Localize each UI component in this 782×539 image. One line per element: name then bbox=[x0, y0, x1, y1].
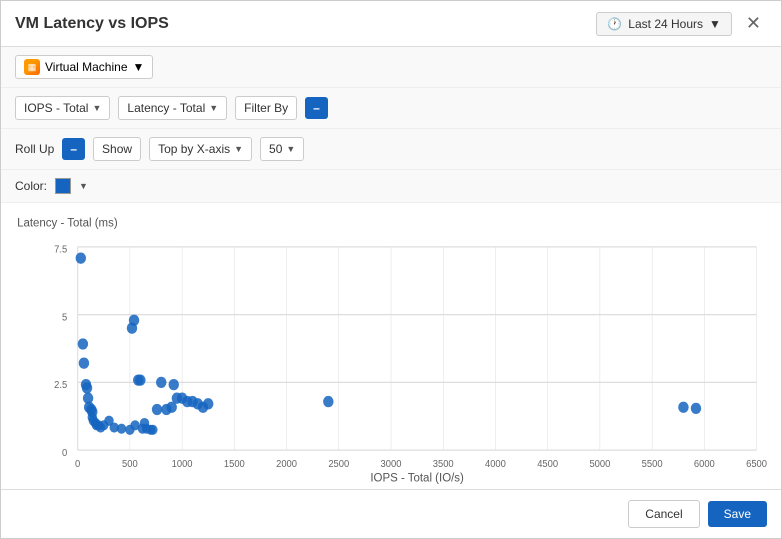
svg-text:5000: 5000 bbox=[589, 459, 610, 470]
show-label-btn: Show bbox=[93, 137, 141, 161]
svg-text:5: 5 bbox=[62, 312, 68, 323]
time-range-label: Last 24 Hours bbox=[628, 17, 703, 31]
rollup-remove-button[interactable]: – bbox=[62, 138, 85, 160]
filter-by-label: Filter By bbox=[244, 101, 288, 115]
show-label: Show bbox=[102, 142, 132, 156]
clock-icon: 🕐 bbox=[607, 17, 622, 31]
toolbar-row1: ▦ Virtual Machine ▼ bbox=[1, 47, 781, 88]
svg-text:2500: 2500 bbox=[328, 459, 349, 470]
header-right: 🕐 Last 24 Hours ▼ ✕ bbox=[596, 11, 767, 36]
svg-text:4000: 4000 bbox=[485, 459, 506, 470]
vm-icon: ▦ bbox=[24, 59, 40, 75]
modal-title: VM Latency vs IOPS bbox=[15, 15, 169, 33]
filter-by-dropdown[interactable]: Filter By bbox=[235, 96, 297, 120]
chevron-down-icon[interactable]: ▼ bbox=[79, 181, 88, 191]
toolbar-row2: IOPS - Total ▼ Latency - Total ▼ Filter … bbox=[1, 88, 781, 129]
scatter-chart: Latency - Total (ms) bbox=[15, 213, 767, 484]
filter-remove-button[interactable]: – bbox=[305, 97, 328, 119]
latency-total-dropdown[interactable]: Latency - Total ▼ bbox=[118, 96, 227, 120]
svg-text:IOPS - Total (IO/s): IOPS - Total (IO/s) bbox=[370, 470, 464, 484]
svg-text:6500: 6500 bbox=[746, 459, 767, 470]
modal-body: ▦ Virtual Machine ▼ IOPS - Total ▼ Laten… bbox=[1, 47, 781, 489]
chevron-down-icon: ▼ bbox=[709, 17, 721, 31]
svg-text:3000: 3000 bbox=[381, 459, 402, 470]
svg-text:2000: 2000 bbox=[276, 459, 297, 470]
svg-text:Latency - Total (ms): Latency - Total (ms) bbox=[17, 215, 118, 230]
svg-text:500: 500 bbox=[122, 459, 138, 470]
chevron-down-icon: ▼ bbox=[234, 144, 243, 154]
iops-total-dropdown[interactable]: IOPS - Total ▼ bbox=[15, 96, 110, 120]
chevron-down-icon: ▼ bbox=[133, 60, 145, 74]
vm-label: Virtual Machine bbox=[45, 60, 128, 74]
color-label: Color: bbox=[15, 179, 47, 193]
chevron-down-icon: ▼ bbox=[92, 103, 101, 113]
close-button[interactable]: ✕ bbox=[740, 11, 767, 36]
iops-total-label: IOPS - Total bbox=[24, 101, 88, 115]
svg-text:6000: 6000 bbox=[694, 459, 715, 470]
top-by-xaxis-dropdown[interactable]: Top by X-axis ▼ bbox=[149, 137, 252, 161]
count-label: 50 bbox=[269, 142, 282, 156]
svg-text:0: 0 bbox=[62, 447, 68, 458]
count-dropdown[interactable]: 50 ▼ bbox=[260, 137, 304, 161]
modal-header: VM Latency vs IOPS 🕐 Last 24 Hours ▼ ✕ bbox=[1, 1, 781, 47]
color-swatch[interactable] bbox=[55, 178, 71, 194]
modal-container: VM Latency vs IOPS 🕐 Last 24 Hours ▼ ✕ ▦… bbox=[0, 0, 782, 539]
latency-total-label: Latency - Total bbox=[127, 101, 205, 115]
toolbar-row3: Roll Up – Show Top by X-axis ▼ 50 ▼ bbox=[1, 129, 781, 170]
svg-text:0: 0 bbox=[75, 459, 81, 470]
svg-text:1500: 1500 bbox=[224, 459, 245, 470]
svg-text:7.5: 7.5 bbox=[54, 244, 68, 255]
time-range-button[interactable]: 🕐 Last 24 Hours ▼ bbox=[596, 12, 732, 36]
svg-text:4500: 4500 bbox=[537, 459, 558, 470]
svg-text:5500: 5500 bbox=[642, 459, 663, 470]
chevron-down-icon: ▼ bbox=[286, 144, 295, 154]
cancel-button[interactable]: Cancel bbox=[628, 500, 699, 528]
svg-text:1000: 1000 bbox=[172, 459, 193, 470]
chevron-down-icon: ▼ bbox=[209, 103, 218, 113]
svg-text:3500: 3500 bbox=[433, 459, 454, 470]
svg-text:2.5: 2.5 bbox=[54, 380, 68, 391]
top-by-xaxis-label: Top by X-axis bbox=[158, 142, 230, 156]
modal-footer: Cancel Save bbox=[1, 489, 781, 538]
toolbar-row4: Color: ▼ bbox=[1, 170, 781, 203]
rollup-label: Roll Up bbox=[15, 142, 54, 156]
chart-area: Latency - Total (ms) bbox=[1, 203, 781, 489]
virtual-machine-dropdown[interactable]: ▦ Virtual Machine ▼ bbox=[15, 55, 153, 79]
save-button[interactable]: Save bbox=[708, 501, 767, 527]
